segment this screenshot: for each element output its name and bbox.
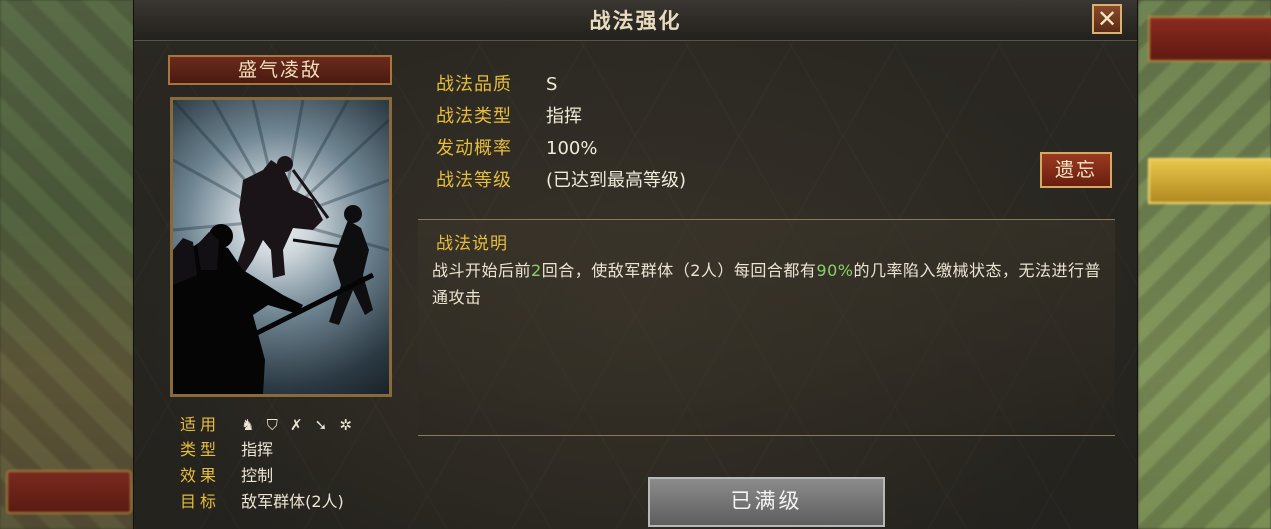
- attr-label: 发动概率: [436, 138, 512, 159]
- background-right: [1138, 0, 1271, 529]
- attr-label: 战法品质: [436, 74, 512, 95]
- skill-card-art: [170, 97, 392, 397]
- info-applicable: 适用 ♞ ⛉ ✗ ➘ ✲: [180, 414, 359, 436]
- max-level-button[interactable]: 已满级: [648, 477, 885, 527]
- description-text: 战斗开始后前2回合，使敌军群体（2人）每回合都有90%的几率陷入缴械状态，无法进…: [432, 257, 1102, 311]
- siege-icon: ✲: [339, 416, 352, 434]
- description-title: 战法说明: [436, 234, 508, 254]
- description-part: 战斗开始后前: [432, 261, 532, 280]
- info-label: 目标: [180, 492, 221, 511]
- attr-label: 战法等级: [436, 170, 512, 191]
- info-label: 类型: [180, 440, 221, 459]
- bow-icon: ✗: [290, 416, 303, 434]
- attr-quality: 战法品质 S: [436, 72, 557, 98]
- info-label: 适用: [180, 415, 221, 434]
- shield-icon: ⛉: [266, 416, 278, 434]
- forget-button[interactable]: 遗忘: [1040, 152, 1112, 188]
- dialog-title: 战法强化: [589, 9, 682, 33]
- info-target: 目标 敌军群体(2人): [180, 491, 344, 513]
- close-icon: ✕: [1096, 5, 1118, 33]
- attr-type: 战法类型 指挥: [436, 104, 582, 130]
- background-left: [0, 0, 134, 529]
- description-part: 回合，使敌军群体（2人）每回合都有: [541, 261, 817, 280]
- troop-type-icons: ♞ ⛉ ✗ ➘ ✲: [241, 414, 359, 436]
- skill-upgrade-dialog: 战法强化 ✕ 盛气凌敌 适用 ♞ ⛉ ✗ ➘ ✲ 类型 指挥 效果 控制 目标 …: [134, 0, 1137, 529]
- attr-level: 战法等级 (已达到最高等级): [436, 168, 686, 194]
- attr-value: 100%: [546, 138, 598, 159]
- chance-value: 90%: [816, 261, 854, 280]
- skill-description-box: 战法说明 战斗开始后前2回合，使敌军群体（2人）每回合都有90%的几率陷入缴械状…: [418, 219, 1115, 436]
- attr-probability: 发动概率 100%: [436, 136, 597, 162]
- skill-name: 盛气凌敌: [168, 55, 392, 85]
- attr-value: S: [546, 74, 558, 95]
- cavalry-icon: ♞: [241, 416, 255, 434]
- background-button: [1148, 16, 1271, 62]
- close-button[interactable]: ✕: [1092, 4, 1122, 34]
- info-effect: 效果 控制: [180, 465, 273, 487]
- dialog-titlebar: 战法强化 ✕: [134, 0, 1137, 41]
- background-button: [1148, 158, 1271, 204]
- attr-label: 战法类型: [436, 106, 512, 127]
- info-value: 敌军群体(2人): [241, 492, 344, 511]
- info-value: 指挥: [241, 440, 274, 459]
- spear-icon: ➘: [314, 416, 328, 434]
- info-type: 类型 指挥: [180, 439, 273, 461]
- attr-value: (已达到最高等级): [546, 170, 687, 191]
- info-label: 效果: [180, 466, 221, 485]
- background-button: [6, 470, 132, 514]
- attr-value: 指挥: [546, 106, 582, 127]
- warriors-silhouette-icon: [173, 100, 389, 394]
- info-value: 控制: [241, 466, 274, 485]
- rounds-value: 2: [531, 261, 542, 280]
